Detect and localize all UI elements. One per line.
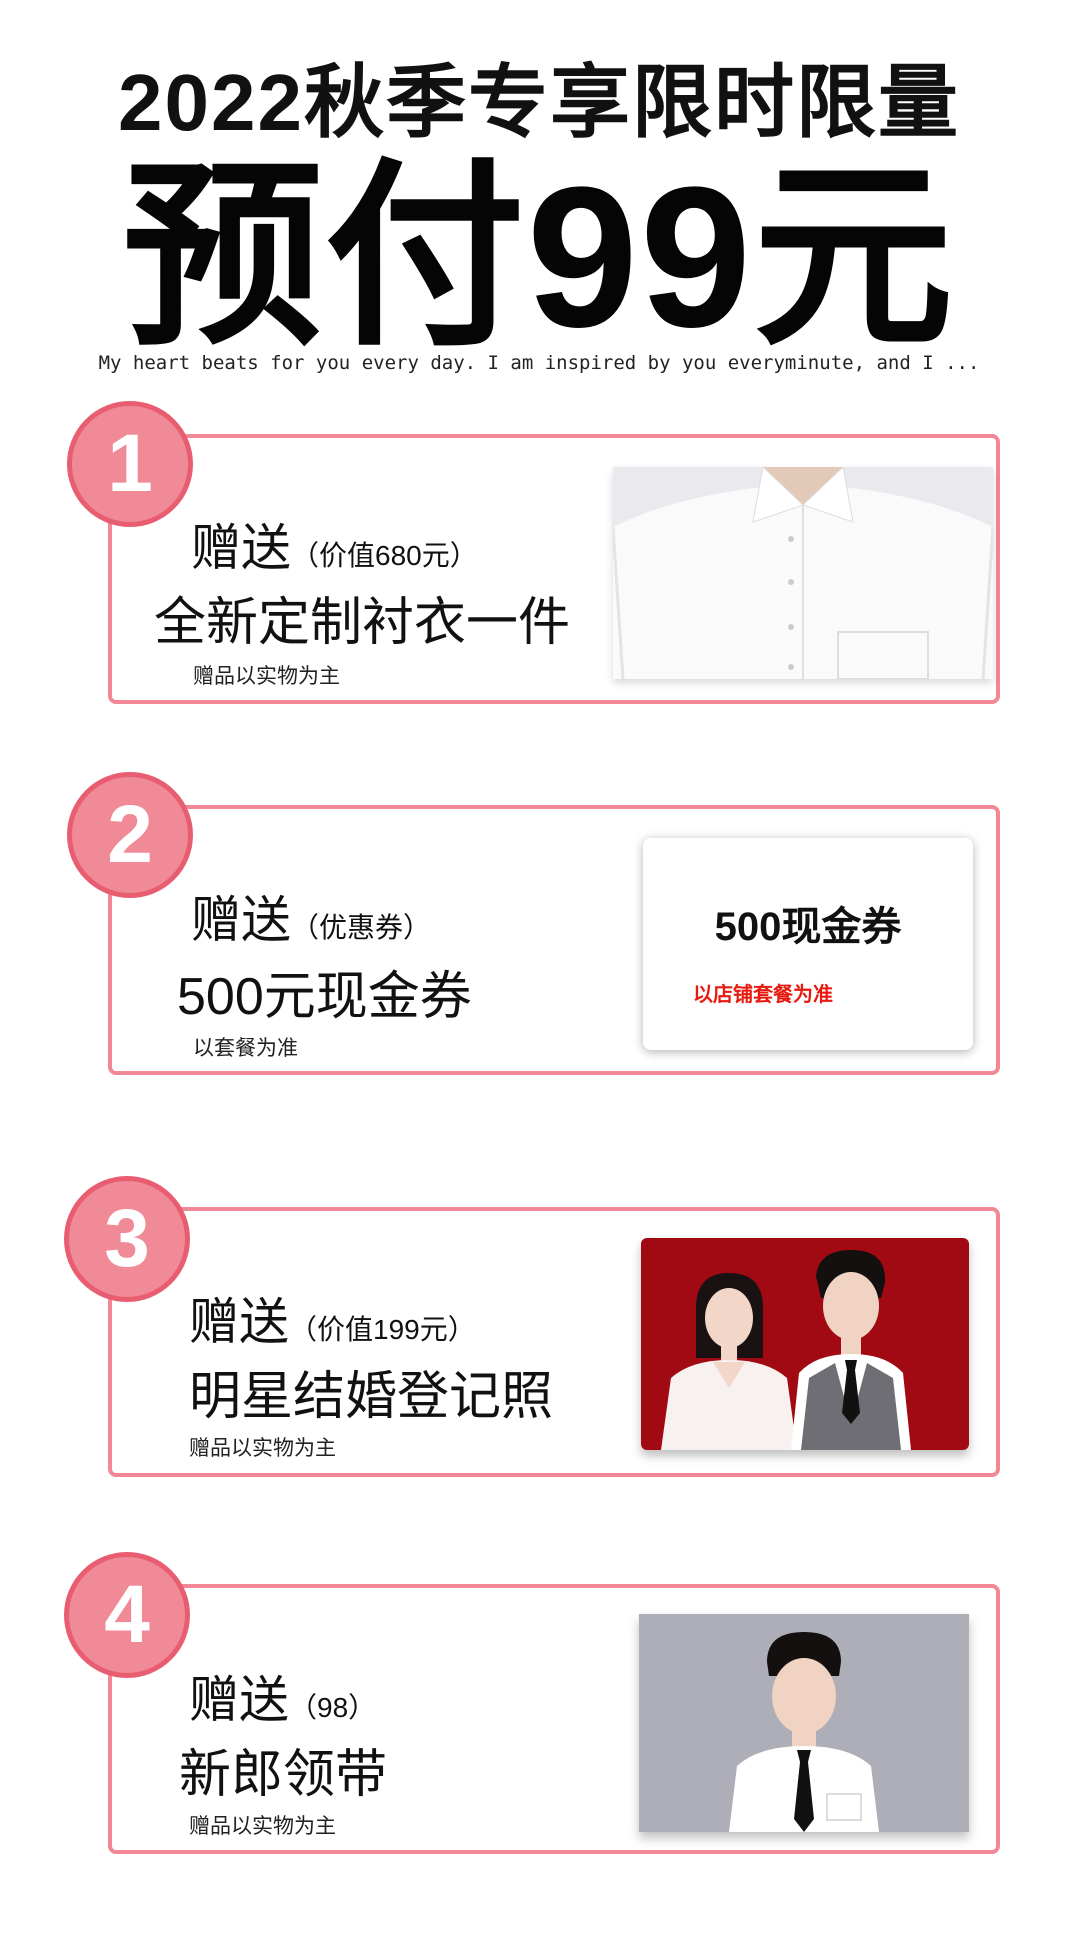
gift-word: 赠送: [189, 1672, 289, 1728]
price-headline: 预付99元: [122, 146, 956, 369]
item-name-1: 全新定制衬衣一件: [154, 594, 571, 652]
item-sub-2: 以套餐为准: [193, 1037, 298, 1060]
item-sub-1: 赠品以实物为主: [193, 665, 340, 688]
wedding-registration-photo: [641, 1238, 969, 1450]
cash-coupon: 500现金券 以店铺套餐为准: [643, 838, 973, 1050]
item-name-4: 新郎领带: [179, 1746, 388, 1804]
page-title: 2022秋季专享限时限量: [118, 58, 960, 147]
white-shirt-photo: [613, 467, 993, 679]
gift-label-3: 赠送（价值199元）: [189, 1282, 476, 1354]
gift-note: （优惠券）: [291, 912, 432, 943]
item-sub-4: 赠品以实物为主: [189, 1815, 336, 1838]
badge-3: 3: [64, 1176, 190, 1302]
gift-note: （98）: [289, 1692, 377, 1723]
gift-word: 赠送: [191, 520, 291, 576]
coupon-note: 以店铺套餐为准: [693, 984, 833, 1006]
badge-1: 1: [67, 401, 193, 527]
item-name-2: 500元现金券: [177, 968, 472, 1026]
gift-note: （价值680元）: [291, 540, 478, 571]
groom-tie-photo: [639, 1614, 969, 1832]
gift-label-2: 赠送（优惠券）: [191, 880, 431, 952]
badge-4: 4: [64, 1552, 190, 1678]
gift-word: 赠送: [191, 892, 291, 948]
item-sub-3: 赠品以实物为主: [189, 1437, 336, 1460]
coupon-title: 500现金券: [714, 905, 902, 949]
gift-note: （价值199元）: [289, 1314, 476, 1345]
badge-2: 2: [67, 772, 193, 898]
item-name-3: 明星结婚登记照: [189, 1368, 554, 1426]
slogan: My heart beats for you every day. I am i…: [98, 352, 980, 374]
gift-label-4: 赠送（98）: [189, 1660, 376, 1732]
gift-word: 赠送: [189, 1294, 289, 1350]
gift-label-1: 赠送（价值680元）: [191, 508, 478, 580]
